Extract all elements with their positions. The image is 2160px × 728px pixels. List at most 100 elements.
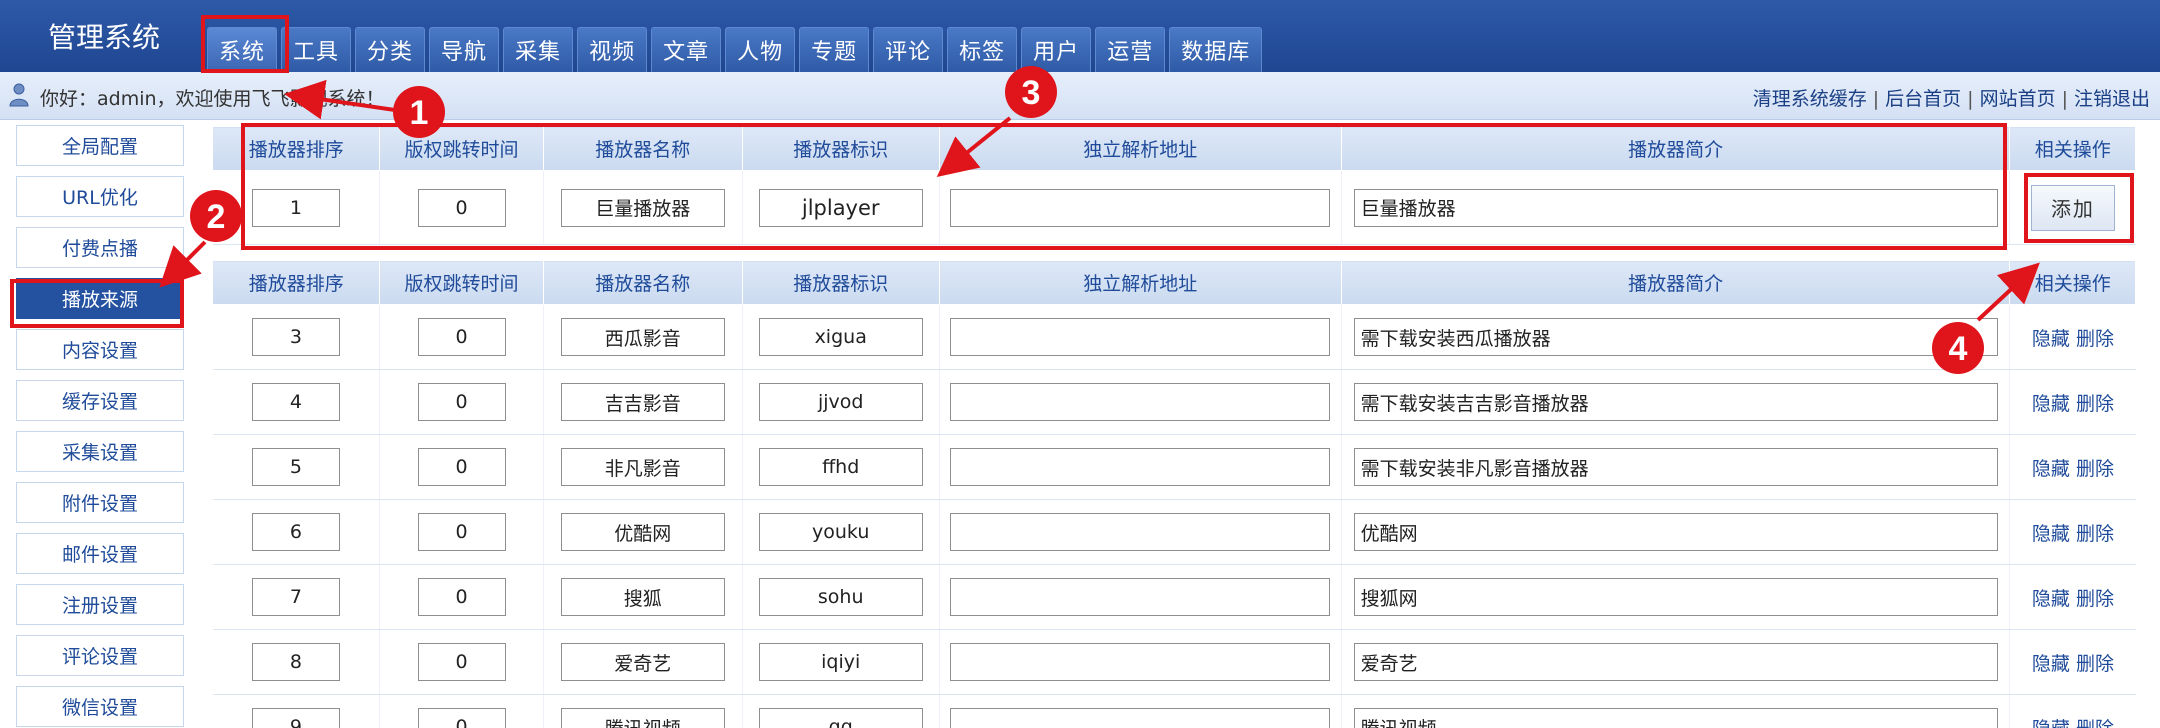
jump-time-input[interactable]: 0 xyxy=(417,708,506,728)
parse-url-input[interactable] xyxy=(950,643,1331,681)
clear-cache-link[interactable]: 清理系统缓存 xyxy=(1753,88,1867,110)
parse-url-input[interactable] xyxy=(950,513,1331,551)
player-id-input[interactable]: iqiyi xyxy=(758,643,923,681)
parse-url-input[interactable] xyxy=(950,578,1331,616)
player-name-input[interactable]: 爱奇艺 xyxy=(560,643,725,681)
logout-link[interactable]: 注销退出 xyxy=(2074,88,2150,110)
tab-video[interactable]: 视频 xyxy=(577,27,648,72)
column-header: 播放器排序 xyxy=(211,126,381,171)
tab-system[interactable]: 系统 xyxy=(207,27,278,72)
sidebar-item-wechat-settings[interactable]: 微信设置 xyxy=(16,686,184,727)
hide-link[interactable]: 隐藏 xyxy=(2032,653,2070,675)
player-id-input[interactable]: youku xyxy=(758,513,923,551)
player-intro-input[interactable]: 需下载安装吉吉影音播放器 xyxy=(1353,383,1998,421)
tab-article[interactable]: 文章 xyxy=(651,27,722,72)
player-name-input[interactable]: 西瓜影音 xyxy=(560,318,725,356)
player-name-input[interactable]: 非凡影音 xyxy=(560,448,725,486)
jump-time-input[interactable]: 0 xyxy=(417,188,506,227)
sidebar-item-play-source[interactable]: 播放来源 xyxy=(16,278,184,319)
sidebar-item-url-optimize[interactable]: URL优化 xyxy=(16,176,184,217)
hide-link[interactable]: 隐藏 xyxy=(2032,588,2070,610)
sort-input[interactable]: 6 xyxy=(251,513,340,551)
id-cell: ffhd xyxy=(742,434,940,500)
parse-url-input[interactable] xyxy=(950,188,1331,227)
tab-topic[interactable]: 专题 xyxy=(799,27,870,72)
sidebar-item-attachment-settings[interactable]: 附件设置 xyxy=(16,482,184,523)
sidebar-item-comment-settings[interactable]: 评论设置 xyxy=(16,635,184,676)
delete-link[interactable]: 删除 xyxy=(2076,588,2114,610)
sidebar-item-register-settings[interactable]: 注册设置 xyxy=(16,584,184,625)
sidebar-item-cache-settings[interactable]: 缓存设置 xyxy=(16,380,184,421)
delete-link[interactable]: 删除 xyxy=(2076,328,2114,350)
sort-input[interactable]: 4 xyxy=(251,383,340,421)
player-name-input[interactable]: 腾讯视频 xyxy=(560,708,725,728)
jump-time-input[interactable]: 0 xyxy=(417,318,506,356)
tab-tools[interactable]: 工具 xyxy=(281,27,352,72)
add-button[interactable]: 添加 xyxy=(2030,184,2115,231)
tab-comment[interactable]: 评论 xyxy=(873,27,944,72)
sort-input[interactable]: 1 xyxy=(251,188,340,227)
tab-collect[interactable]: 采集 xyxy=(503,27,574,72)
player-intro-input[interactable]: 巨量播放器 xyxy=(1353,188,1998,227)
hide-link[interactable]: 隐藏 xyxy=(2032,328,2070,350)
player-intro-input[interactable]: 需下载安装非凡影音播放器 xyxy=(1353,448,1998,486)
table-row: 7 0 搜狐 sohu 搜狐网 隐藏 删除 xyxy=(212,564,2136,630)
delete-link[interactable]: 删除 xyxy=(2076,393,2114,415)
delete-link[interactable]: 删除 xyxy=(2076,653,2114,675)
player-id-input[interactable]: jlplayer xyxy=(758,188,923,227)
sidebar-item-mail-settings[interactable]: 邮件设置 xyxy=(16,533,184,574)
jump-time-input[interactable]: 0 xyxy=(417,578,506,616)
player-intro-input[interactable]: 优酷网 xyxy=(1353,513,1998,551)
sidebar-item-content-settings[interactable]: 内容设置 xyxy=(16,329,184,370)
player-intro-input[interactable]: 爱奇艺 xyxy=(1353,643,1998,681)
player-name-input[interactable]: 吉吉影音 xyxy=(560,383,725,421)
parse-url-input[interactable] xyxy=(950,318,1331,356)
hide-link[interactable]: 隐藏 xyxy=(2032,393,2070,415)
player-name-input[interactable]: 优酷网 xyxy=(560,513,725,551)
tab-category[interactable]: 分类 xyxy=(355,27,426,72)
player-intro-input[interactable]: 需下载安装西瓜播放器 xyxy=(1353,318,1998,356)
sidebar-item-collect-settings[interactable]: 采集设置 xyxy=(16,431,184,472)
tab-operation[interactable]: 运营 xyxy=(1095,27,1166,72)
jump-time-input[interactable]: 0 xyxy=(417,513,506,551)
player-id-input[interactable]: xigua xyxy=(758,318,923,356)
parse-url-input[interactable] xyxy=(950,448,1331,486)
hide-link[interactable]: 隐藏 xyxy=(2032,458,2070,480)
sort-input[interactable]: 5 xyxy=(251,448,340,486)
player-id-input[interactable]: jjvod xyxy=(758,383,923,421)
parse-url-input[interactable] xyxy=(950,708,1331,728)
sort-input[interactable]: 3 xyxy=(251,318,340,356)
jump-time-input[interactable]: 0 xyxy=(417,383,506,421)
player-intro-input[interactable]: 搜狐网 xyxy=(1353,578,1998,616)
site-home-link[interactable]: 网站首页 xyxy=(1980,88,2056,110)
player-name-input[interactable]: 搜狐 xyxy=(560,578,725,616)
sort-input[interactable]: 9 xyxy=(251,708,340,728)
delete-link[interactable]: 删除 xyxy=(2076,458,2114,480)
player-intro-input[interactable]: 腾讯视频 xyxy=(1353,708,1998,728)
hide-link[interactable]: 隐藏 xyxy=(2032,523,2070,545)
admin-home-link[interactable]: 后台首页 xyxy=(1885,88,1961,110)
tab-tags[interactable]: 标签 xyxy=(947,27,1018,72)
table-row: 6 0 优酷网 youku 优酷网 隐藏 删除 xyxy=(212,499,2136,565)
tab-people[interactable]: 人物 xyxy=(725,27,796,72)
delete-link[interactable]: 删除 xyxy=(2076,523,2114,545)
tab-database[interactable]: 数据库 xyxy=(1169,27,1263,72)
player-id-input[interactable]: qq xyxy=(758,708,923,728)
sidebar-item-paid-vod[interactable]: 付费点播 xyxy=(16,227,184,268)
tab-users[interactable]: 用户 xyxy=(1021,27,1092,72)
jump-time-input[interactable]: 0 xyxy=(417,448,506,486)
player-id-input[interactable]: ffhd xyxy=(758,448,923,486)
delete-link[interactable]: 删除 xyxy=(2076,718,2114,728)
column-header: 版权跳转时间 xyxy=(379,260,544,305)
action-cell: 隐藏 删除 xyxy=(2009,499,2136,565)
parse-url-input[interactable] xyxy=(950,383,1331,421)
player-name-input[interactable]: 巨量播放器 xyxy=(560,188,725,227)
sidebar-item-global-config[interactable]: 全局配置 xyxy=(16,125,184,166)
column-header: 相关操作 xyxy=(2009,260,2136,305)
sort-input[interactable]: 7 xyxy=(251,578,340,616)
sort-input[interactable]: 8 xyxy=(251,643,340,681)
tab-navigation[interactable]: 导航 xyxy=(429,27,500,72)
player-id-input[interactable]: sohu xyxy=(758,578,923,616)
hide-link[interactable]: 隐藏 xyxy=(2032,718,2070,728)
jump-time-input[interactable]: 0 xyxy=(417,643,506,681)
